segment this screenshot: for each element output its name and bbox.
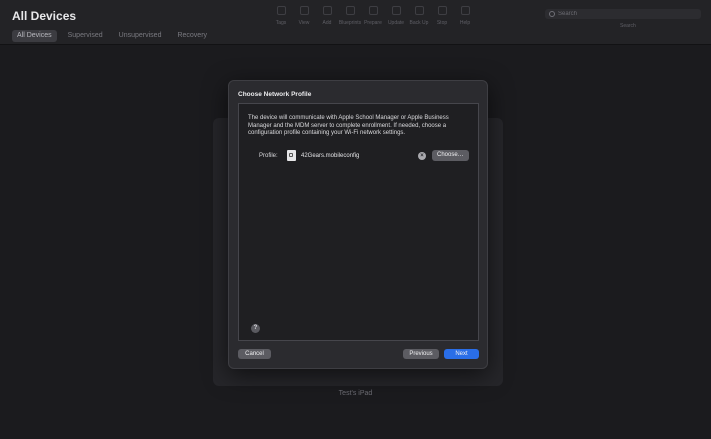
profile-row: Profile: 42Gears.mobileconfig × Choose… xyxy=(239,150,478,162)
profile-label: Profile: xyxy=(259,153,278,159)
search-field[interactable] xyxy=(545,9,701,19)
toolbar-label: Stop xyxy=(436,20,448,26)
filter-all-devices[interactable]: All Devices xyxy=(12,30,57,42)
choose-button[interactable]: Choose… xyxy=(432,150,469,161)
profile-file-name: 42Gears.mobileconfig xyxy=(301,153,360,159)
view-icon xyxy=(299,6,309,15)
device-name[interactable]: Test's iPad xyxy=(0,390,711,397)
add-icon xyxy=(322,6,332,15)
choose-network-profile-sheet: Choose Network Profile The device will c… xyxy=(228,80,488,369)
app-window: All Devices All Devices Supervised Unsup… xyxy=(0,0,711,439)
help-question-icon[interactable]: ? xyxy=(251,324,260,333)
toolbar-stop-button[interactable]: Stop xyxy=(431,6,453,26)
filter-recovery[interactable]: Recovery xyxy=(172,30,212,42)
filter-unsupervised[interactable]: Unsupervised xyxy=(114,30,167,42)
filter-supervised[interactable]: Supervised xyxy=(63,30,108,42)
toolbar-prepare-button[interactable]: Prepare xyxy=(362,6,384,26)
toolbar-update-button[interactable]: Update xyxy=(385,6,407,26)
cancel-button[interactable]: Cancel xyxy=(238,349,271,359)
sheet-title: Choose Network Profile xyxy=(238,91,312,98)
blueprint-icon xyxy=(345,6,355,15)
toolbar-label: Help xyxy=(459,20,471,26)
window-title: All Devices xyxy=(12,9,77,23)
toolbar-label: Update xyxy=(387,20,405,26)
toolbar-blueprints-button[interactable]: Blueprints xyxy=(339,6,361,26)
backup-icon xyxy=(414,6,424,15)
toolbar-label: Prepare xyxy=(364,20,382,26)
toolbar-backup-button[interactable]: Back Up xyxy=(408,6,430,26)
filter-bar: All Devices Supervised Unsupervised Reco… xyxy=(12,30,212,42)
toolbar-label: Tags xyxy=(275,20,287,26)
window-toolbar: All Devices All Devices Supervised Unsup… xyxy=(0,0,711,45)
sheet-content-panel: The device will communicate with Apple S… xyxy=(238,103,479,341)
toolbar-label: Blueprints xyxy=(338,20,362,26)
toolbar-buttons: Tags View Add Blueprints Prepare Update xyxy=(270,6,477,26)
search-input[interactable] xyxy=(558,11,678,17)
toolbar-label: View xyxy=(298,20,310,26)
config-file-icon xyxy=(287,150,296,161)
toolbar-label: Back Up xyxy=(409,20,429,26)
search-caption: Search xyxy=(620,23,636,29)
toolbar-label: Add xyxy=(322,20,332,26)
toolbar-view-button[interactable]: View xyxy=(293,6,315,26)
sheet-description: The device will communicate with Apple S… xyxy=(248,115,449,136)
prepare-icon xyxy=(368,6,378,15)
toolbar-help-button[interactable]: Help xyxy=(454,6,476,26)
tag-icon xyxy=(276,6,286,15)
update-icon xyxy=(391,6,401,15)
next-button[interactable]: Next xyxy=(444,349,479,359)
toolbar-tags-button[interactable]: Tags xyxy=(270,6,292,26)
previous-button[interactable]: Previous xyxy=(403,349,439,359)
stop-icon xyxy=(437,6,447,15)
help-icon xyxy=(460,6,470,15)
search-icon xyxy=(549,11,555,17)
toolbar-add-button[interactable]: Add xyxy=(316,6,338,26)
clear-profile-icon[interactable]: × xyxy=(418,152,426,160)
